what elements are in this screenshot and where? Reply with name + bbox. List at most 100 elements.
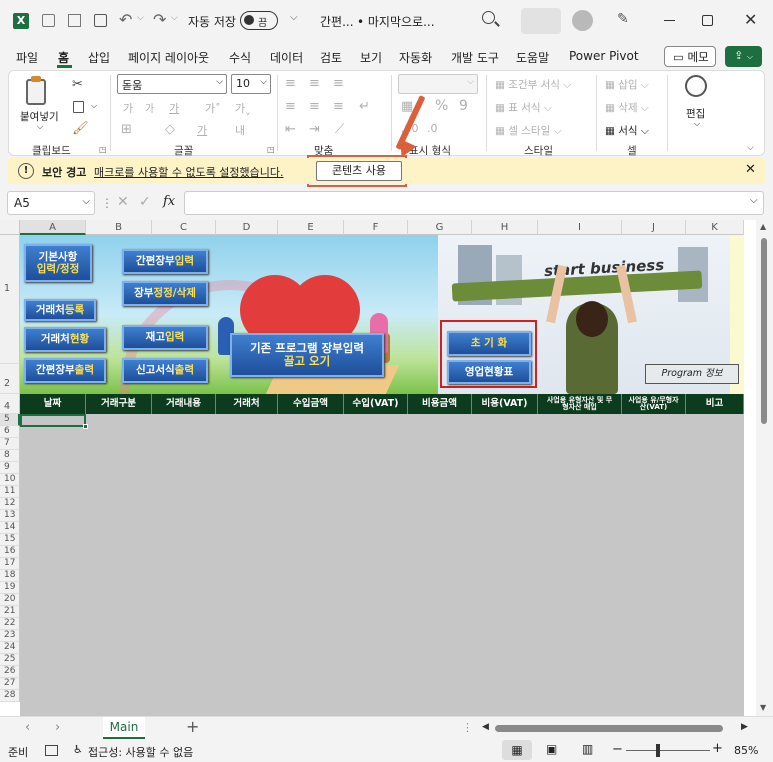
vertical-scrollbar[interactable]: ▲ ▼	[756, 220, 773, 716]
align-center-icon[interactable]: ≡	[309, 99, 320, 114]
row-header[interactable]: 27	[0, 678, 20, 690]
column-header-c[interactable]: C	[152, 220, 216, 235]
align-top-icon[interactable]: ≡	[285, 76, 296, 91]
row-header[interactable]: 21	[0, 606, 20, 618]
save-icon[interactable]	[94, 14, 107, 27]
row-header[interactable]: 12	[0, 498, 20, 510]
maximize-icon[interactable]	[702, 15, 713, 26]
cut-icon[interactable]: ✂	[72, 77, 83, 92]
memo-button[interactable]: ▭ 메모	[664, 46, 716, 67]
scroll-up-icon[interactable]: ▲	[760, 222, 766, 231]
font-size-select[interactable]: 10 ⌵	[231, 74, 271, 94]
fill-color-icon[interactable]: ◇	[165, 122, 175, 137]
column-header-h[interactable]: H	[472, 220, 538, 235]
subscript-icon[interactable]: 가ˬ	[235, 100, 251, 116]
name-box[interactable]: A5 ⌵	[7, 191, 95, 215]
zoom-slider-track[interactable]	[626, 750, 710, 751]
align-middle-icon[interactable]: ≡	[309, 76, 320, 91]
zoom-slider-thumb[interactable]	[656, 744, 660, 757]
partner-register-button[interactable]: 거래처 등록	[24, 299, 96, 321]
accessibility-icon[interactable]: ♿	[73, 743, 83, 756]
add-sheet-icon[interactable]: +	[186, 717, 199, 736]
close-warning-icon[interactable]: ✕	[745, 162, 756, 177]
normal-view-button[interactable]: ▦	[502, 740, 532, 760]
menu-formulas[interactable]: 수식	[229, 49, 251, 66]
decrease-decimal-icon[interactable]: .0	[427, 122, 438, 135]
underline-icon[interactable]: 가	[169, 100, 179, 116]
redo-dropdown-icon[interactable]: ⌵	[171, 13, 178, 23]
orientation-icon[interactable]: ⟋	[335, 122, 344, 137]
column-header-f[interactable]: F	[344, 220, 408, 235]
menu-home[interactable]: 홈	[58, 49, 69, 66]
menu-power-pivot[interactable]: Power Pivot	[569, 49, 639, 63]
align-bottom-icon[interactable]: ≡	[333, 76, 344, 91]
row-header[interactable]: 5	[0, 414, 20, 426]
redo-icon[interactable]: ↷	[153, 10, 166, 29]
ribbon-collapse-icon[interactable]: ⌵	[747, 143, 754, 153]
business-status-button[interactable]: 영업현황표	[447, 360, 531, 384]
fill-handle[interactable]	[83, 424, 88, 429]
increase-indent-icon[interactable]: ⇥	[309, 122, 320, 137]
import-ledger-button[interactable]: 기존 프로그램 장부입력 끌고 오기	[230, 333, 384, 377]
menu-insert[interactable]: 삽입	[88, 49, 110, 66]
align-left-icon[interactable]: ≡	[285, 99, 296, 114]
document-name[interactable]: 간편...	[320, 13, 354, 30]
menu-automate[interactable]: 자동화	[399, 49, 432, 66]
number-format-select[interactable]: ⌵	[398, 74, 478, 94]
conditional-format-button[interactable]: ▦ 조건부 서식 ⌵	[495, 77, 571, 92]
macro-record-icon[interactable]	[45, 745, 58, 756]
delete-cells-button[interactable]: ▦ 삭제 ⌵	[605, 100, 649, 115]
align-right-icon[interactable]: ≡	[333, 99, 344, 114]
format-painter-icon[interactable]: 🖌	[72, 121, 89, 136]
editing-dropdown-icon[interactable]: ⌵	[694, 119, 700, 129]
row-header[interactable]: 20	[0, 594, 20, 606]
grid-icon[interactable]	[68, 14, 81, 27]
horizontal-scroll-thumb[interactable]	[495, 725, 723, 732]
row-header[interactable]: 4	[0, 394, 20, 414]
zoom-out-icon[interactable]: −	[612, 742, 623, 757]
column-header-j[interactable]: J	[622, 220, 686, 235]
column-header-e[interactable]: E	[278, 220, 344, 235]
row-header[interactable]: 14	[0, 522, 20, 534]
border-icon[interactable]: ⊞	[121, 122, 132, 137]
partner-status-button[interactable]: 거래처 현황	[24, 327, 106, 352]
menu-review[interactable]: 검토	[320, 49, 342, 66]
font-color-icon[interactable]: 가	[197, 122, 207, 138]
menu-developer[interactable]: 개발 도구	[451, 49, 499, 66]
insert-cells-button[interactable]: ▦ 삽입 ⌵	[605, 77, 649, 92]
wrap-text-icon[interactable]: ↵	[359, 99, 370, 114]
program-info-button[interactable]: Program 정보	[645, 364, 739, 384]
row-header[interactable]: 6	[0, 426, 20, 438]
customize-qat-icon[interactable]: ⌵	[290, 12, 298, 23]
editing-search-icon[interactable]	[685, 75, 707, 97]
menu-page-layout[interactable]: 페이지 레이아웃	[128, 49, 209, 66]
row-header[interactable]: 23	[0, 630, 20, 642]
row-header[interactable]: 8	[0, 450, 20, 462]
phonetic-icon[interactable]: 내	[235, 122, 245, 138]
percent-icon[interactable]: %	[435, 98, 448, 114]
paste-icon[interactable]	[26, 79, 46, 105]
zoom-in-icon[interactable]: +	[712, 741, 723, 756]
avatar[interactable]	[572, 10, 593, 31]
cell-styles-button[interactable]: ▦ 셀 스타일 ⌵	[495, 123, 562, 138]
column-header-a[interactable]: A	[20, 220, 86, 235]
row-header[interactable]: 7	[0, 438, 20, 450]
row-header[interactable]: 15	[0, 534, 20, 546]
save-status[interactable]: • 마지막으로...	[357, 13, 435, 30]
column-header-g[interactable]: G	[408, 220, 472, 235]
expand-formula-icon[interactable]: ⌵	[750, 195, 758, 206]
vertical-scroll-thumb[interactable]	[761, 238, 767, 424]
menu-help[interactable]: 도움말	[516, 49, 549, 66]
column-header-i[interactable]: I	[538, 220, 622, 235]
simple-ledger-input-button[interactable]: 간편장부 입력	[122, 249, 208, 274]
page-break-view-icon[interactable]: ▥	[582, 742, 593, 756]
menu-file[interactable]: 파일	[16, 49, 38, 66]
stock-input-button[interactable]: 재고 입력	[122, 325, 208, 350]
clipboard-launcher-icon[interactable]: ◳	[99, 145, 107, 154]
superscript-icon[interactable]: 가˚	[205, 100, 221, 116]
copy-icon[interactable]	[73, 101, 84, 113]
scroll-left-icon[interactable]: ◀	[482, 722, 489, 732]
menu-data[interactable]: 데이터	[270, 49, 303, 66]
font-launcher-icon[interactable]: ◳	[267, 145, 275, 154]
cancel-formula-icon[interactable]: ✕	[117, 194, 129, 210]
